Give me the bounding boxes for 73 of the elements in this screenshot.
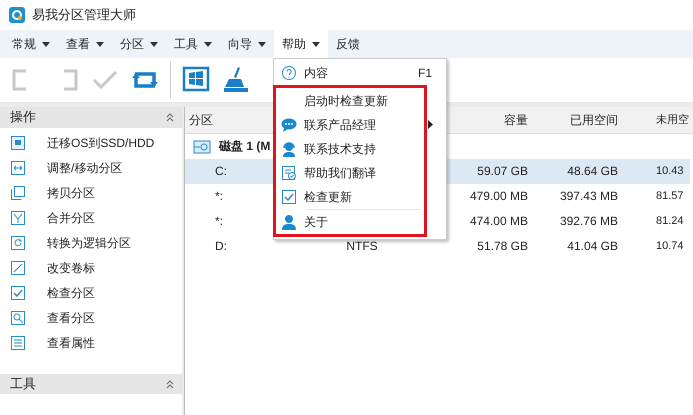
table-cell[interactable]: 397.43 MB — [528, 184, 618, 209]
table-cell[interactable]: 81.24 — [618, 209, 690, 234]
table-cell[interactable]: D: — [185, 234, 271, 259]
column-header[interactable]: 容量 — [453, 108, 528, 132]
caret-icon — [42, 42, 50, 46]
caret-icon — [312, 42, 320, 46]
table-cell[interactable]: 48.64 GB — [528, 159, 618, 184]
caret-icon — [258, 42, 266, 46]
menu-item[interactable]: 常规 — [4, 30, 58, 58]
table-cell[interactable]: 59.07 GB — [453, 159, 528, 184]
table-cell[interactable]: 51.78 GB — [453, 234, 528, 259]
menu-item[interactable]: 帮助我们翻译 — [274, 161, 443, 185]
menu-item[interactable]: 内容 F1 — [274, 61, 446, 85]
menu-item[interactable]: 帮助 — [274, 30, 328, 58]
table-cell[interactable]: 392.76 MB — [528, 209, 618, 234]
disk-label: 磁盘 1 (M — [219, 138, 270, 155]
table-cell[interactable]: 10.74 — [618, 234, 690, 259]
shortcut-label: F1 — [418, 66, 432, 80]
menu-item[interactable]: 反馈 — [328, 30, 368, 58]
chat-bubble-icon — [281, 117, 297, 133]
table-cell[interactable]: 479.00 MB — [453, 184, 528, 209]
table-cell[interactable]: *: — [185, 209, 271, 234]
sidebar-item[interactable]: 转换为逻辑分区 — [0, 230, 182, 256]
windows-icon — [10, 135, 26, 151]
properties-icon — [10, 335, 26, 351]
section-header[interactable]: 操作 — [0, 107, 182, 128]
resize-icon — [10, 160, 26, 176]
menu-item[interactable]: 启动时检查更新 — [274, 89, 443, 113]
menu-item[interactable]: 向导 — [220, 30, 274, 58]
help-icon — [281, 65, 297, 81]
window-title: 易我分区管理大师 — [32, 6, 136, 24]
merge-icon — [10, 210, 26, 226]
search-icon — [10, 310, 26, 326]
menu-item[interactable]: 查看 — [58, 30, 112, 58]
column-header[interactable]: 未用空 — [618, 108, 690, 132]
menu-item[interactable]: 关于 — [274, 210, 443, 234]
table-cell[interactable]: 474.00 MB — [453, 209, 528, 234]
document-check-icon — [281, 165, 297, 181]
caret-icon — [204, 42, 212, 46]
menu-item[interactable]: 检查更新 — [274, 185, 443, 209]
section-header[interactable]: 工具 — [0, 374, 182, 394]
collapse-icon — [166, 378, 174, 389]
table-cell[interactable]: 41.04 GB — [528, 234, 618, 259]
column-header[interactable]: 已用空间 — [528, 108, 618, 132]
sidebar-item[interactable]: 检查分区 — [0, 280, 182, 306]
sidebar-item[interactable]: 查看属性 — [0, 330, 182, 356]
person-icon — [281, 214, 297, 230]
menu-item[interactable]: 分区 — [112, 30, 166, 58]
column-header[interactable]: 分区 — [185, 108, 271, 132]
broom-icon[interactable] — [221, 65, 251, 95]
collapse-icon — [166, 112, 174, 122]
caret-icon — [96, 42, 104, 46]
checkbox-icon — [281, 189, 297, 205]
copy-icon — [10, 185, 26, 201]
convert-icon — [10, 235, 26, 251]
sidebar-item[interactable]: 查看分区 — [0, 306, 182, 330]
menu-item[interactable]: 联系技术支持 — [274, 137, 443, 161]
sidebar-item[interactable]: 合并分区 — [0, 206, 182, 230]
sidebar-item[interactable]: 拷贝分区 — [0, 180, 182, 206]
menu-item[interactable]: 联系产品经理 — [274, 113, 443, 137]
sidebar-item[interactable]: 迁移OS到SSD/HDD — [0, 130, 182, 156]
table-cell[interactable]: *: — [185, 184, 271, 209]
check-icon — [10, 285, 26, 301]
table-cell[interactable]: 10.43 — [618, 159, 690, 184]
sidebar-item[interactable]: 调整/移动分区 — [0, 156, 182, 180]
caret-icon — [150, 42, 158, 46]
sidebar-item[interactable]: 改变卷标 — [0, 256, 182, 280]
table-cell[interactable]: 81.57 — [618, 184, 690, 209]
headset-person-icon — [281, 141, 297, 157]
app-logo-icon — [8, 6, 26, 24]
edit-label-icon — [10, 260, 26, 276]
menu-item[interactable]: 工具 — [166, 30, 220, 58]
table-cell[interactable]: C: — [185, 159, 271, 184]
